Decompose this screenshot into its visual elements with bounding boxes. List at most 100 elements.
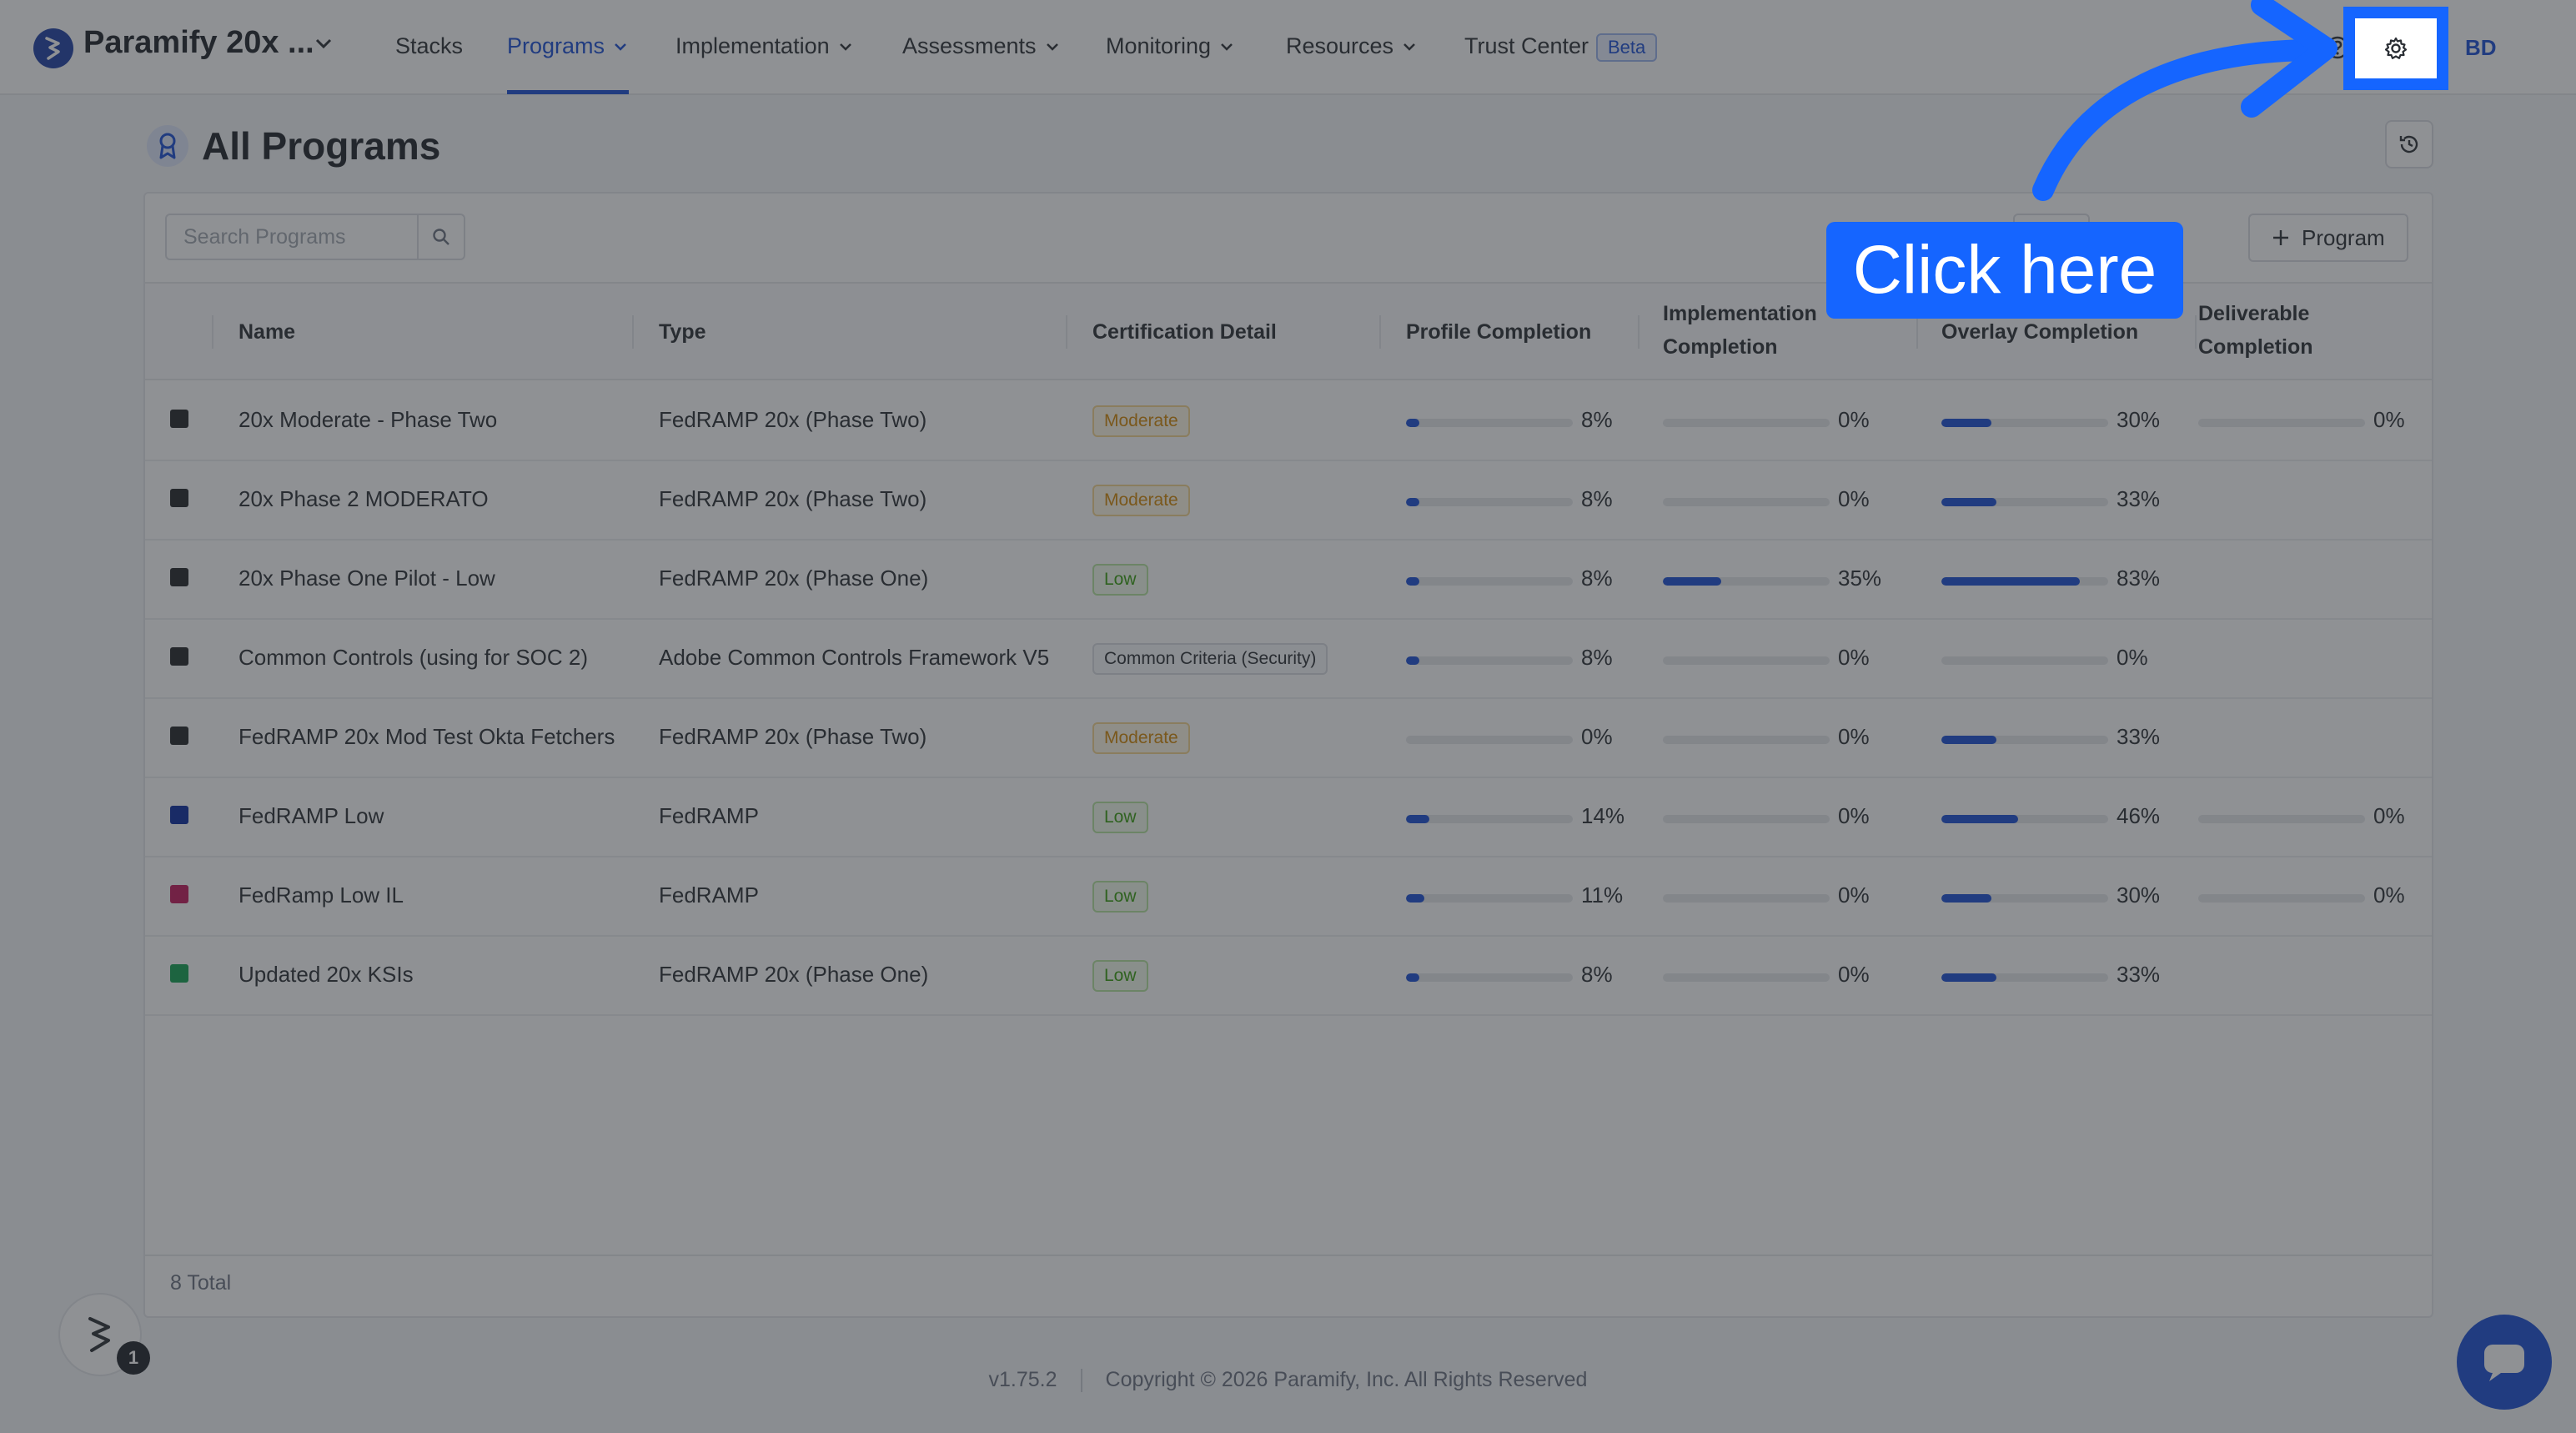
program-color-swatch <box>170 489 188 507</box>
overlay-progress-bar <box>1941 815 2108 823</box>
impl-progress-bar <box>1663 973 1830 982</box>
table-row[interactable]: FedRAMP 20x Mod Test Okta Fetchers FedRAM… <box>145 699 2432 778</box>
paramify-logo-icon <box>88 1317 110 1352</box>
nav-trust-center[interactable]: Trust Center <box>1464 33 1589 59</box>
workspace-chevron-down-icon[interactable] <box>314 37 334 50</box>
impl-percent: 0% <box>1838 724 1870 749</box>
workspace-name[interactable]: Paramify 20x ... <box>83 25 314 61</box>
program-type: FedRAMP 20x (Phase One) <box>659 962 929 987</box>
program-name-link[interactable]: 20x Phase 2 MODERATO <box>239 486 489 512</box>
profile-percent: 0% <box>1581 724 1613 749</box>
program-name-link[interactable]: Updated 20x KSIs <box>239 962 414 988</box>
search-button[interactable] <box>417 215 464 259</box>
program-name-link[interactable]: FedRamp Low IL <box>239 882 404 908</box>
overlay-percent: 83% <box>2117 566 2161 591</box>
settings-button[interactable] <box>2343 7 2448 90</box>
card-footer-divider <box>145 1255 2432 1256</box>
user-avatar[interactable]: BD <box>2465 35 2497 61</box>
overlay-progress-fill <box>1941 419 1991 427</box>
paramify-logo-icon[interactable] <box>33 28 73 68</box>
column-header-implementation[interactable]: Implementation Completion <box>1663 297 1855 364</box>
column-divider <box>1379 315 1381 349</box>
deliverable-progress-bar <box>2198 894 2365 903</box>
table-row[interactable]: 20x Moderate - Phase Two FedRAMP 20x (Pha… <box>145 382 2432 461</box>
add-program-button[interactable]: Program <box>2248 214 2408 262</box>
overlay-percent: 0% <box>2117 645 2148 670</box>
column-header-type[interactable]: Type <box>659 315 706 349</box>
table-row[interactable]: Updated 20x KSIs FedRAMP 20x (Phase One) L… <box>145 937 2432 1016</box>
deliverable-percent: 0% <box>2373 803 2405 828</box>
table-row[interactable]: FedRAMP Low FedRAMP Low 14% 0% 46% 0% <box>145 778 2432 857</box>
profile-progress-bar <box>1406 815 1573 823</box>
nav-programs[interactable]: Programs <box>507 33 628 59</box>
impl-progress-bar <box>1663 656 1830 665</box>
chevron-down-icon <box>1221 43 1233 51</box>
nav-assessments[interactable]: Assessments <box>902 33 1060 59</box>
column-header-name[interactable]: Name <box>239 315 295 349</box>
program-type: FedRAMP 20x (Phase Two) <box>659 407 927 432</box>
overlay-percent: 33% <box>2117 724 2161 749</box>
table-row[interactable]: Common Controls (using for SOC 2) Adobe C… <box>145 620 2432 699</box>
profile-progress-bar <box>1406 577 1573 586</box>
column-header-deliverable[interactable]: Deliverable Completion <box>2198 297 2382 364</box>
overlay-progress-bar <box>1941 419 2108 427</box>
column-header-profile[interactable]: Profile Completion <box>1406 315 1591 349</box>
deliverable-progress-bar <box>2198 419 2365 427</box>
impl-progress-bar <box>1663 577 1830 586</box>
overlay-percent: 30% <box>2117 407 2161 432</box>
program-name-link[interactable]: 20x Phase One Pilot - Low <box>239 566 495 591</box>
overlay-progress-bar <box>1941 894 2108 903</box>
column-divider <box>1066 315 1067 349</box>
program-type: FedRAMP <box>659 882 759 908</box>
profile-progress-bar <box>1406 736 1573 744</box>
nav-resources[interactable]: Resources <box>1286 33 1417 59</box>
table-header: Name Type Certification Detail Profile C… <box>145 282 2432 380</box>
column-divider <box>2195 315 2197 349</box>
history-button[interactable] <box>2385 120 2433 168</box>
secondary-program-button[interactable]: am <box>2013 214 2091 262</box>
impl-percent: 35% <box>1838 566 1882 591</box>
overlay-percent: 46% <box>2117 803 2161 828</box>
nav-stacks[interactable]: Stacks <box>395 33 463 59</box>
program-name-link[interactable]: FedRAMP Low <box>239 803 384 829</box>
chat-support-button[interactable] <box>2457 1315 2552 1410</box>
profile-progress-fill <box>1406 656 1419 665</box>
nav-monitoring[interactable]: Monitoring <box>1106 33 1234 59</box>
program-color-swatch <box>170 964 188 983</box>
program-color-swatch <box>170 410 188 428</box>
table-row[interactable]: FedRamp Low IL FedRAMP Low 11% 0% 30% 0% <box>145 857 2432 937</box>
profile-percent: 8% <box>1581 962 1613 987</box>
profile-progress-fill <box>1406 577 1419 586</box>
programs-card: am Program Name Type Certification Detai… <box>143 192 2433 1318</box>
app-version: v1.75.2 <box>988 1368 1057 1391</box>
impl-percent: 0% <box>1838 962 1870 987</box>
program-type: Adobe Common Controls Framework V5 <box>659 645 1050 670</box>
program-name-link[interactable]: FedRAMP 20x Mod Test Okta Fetchers <box>239 724 615 750</box>
program-name-link[interactable]: Common Controls (using for SOC 2) <box>239 645 588 671</box>
overlay-progress-bar <box>1941 736 2108 744</box>
column-header-overlay[interactable]: Overlay Completion <box>1941 315 2138 349</box>
column-divider <box>1638 315 1640 349</box>
program-name-link[interactable]: 20x Moderate - Phase Two <box>239 407 497 433</box>
profile-progress-fill <box>1406 894 1424 903</box>
program-color-swatch <box>170 885 188 903</box>
overlay-progress-fill <box>1941 973 1996 982</box>
chevron-down-icon <box>1046 43 1058 51</box>
search-icon <box>433 229 449 245</box>
overlay-progress-fill <box>1941 736 1996 744</box>
search-programs-box <box>165 214 465 260</box>
table-row[interactable]: 20x Phase 2 MODERATO FedRAMP 20x (Phase T… <box>145 461 2432 541</box>
table-row[interactable]: 20x Phase One Pilot - Low FedRAMP 20x (Ph… <box>145 541 2432 620</box>
chevron-down-icon <box>1403 43 1415 51</box>
nav-implementation[interactable]: Implementation <box>675 33 853 59</box>
overlay-progress-bar <box>1941 656 2108 665</box>
certification-badge: Low <box>1092 802 1148 833</box>
profile-percent: 8% <box>1581 407 1613 432</box>
column-header-certification[interactable]: Certification Detail <box>1092 315 1277 349</box>
profile-progress-bar <box>1406 419 1573 427</box>
search-programs-input[interactable] <box>167 215 417 259</box>
profile-percent: 8% <box>1581 486 1613 511</box>
profile-percent: 14% <box>1581 803 1625 828</box>
certification-badge: Low <box>1092 881 1148 913</box>
overlay-progress-bar <box>1941 498 2108 506</box>
